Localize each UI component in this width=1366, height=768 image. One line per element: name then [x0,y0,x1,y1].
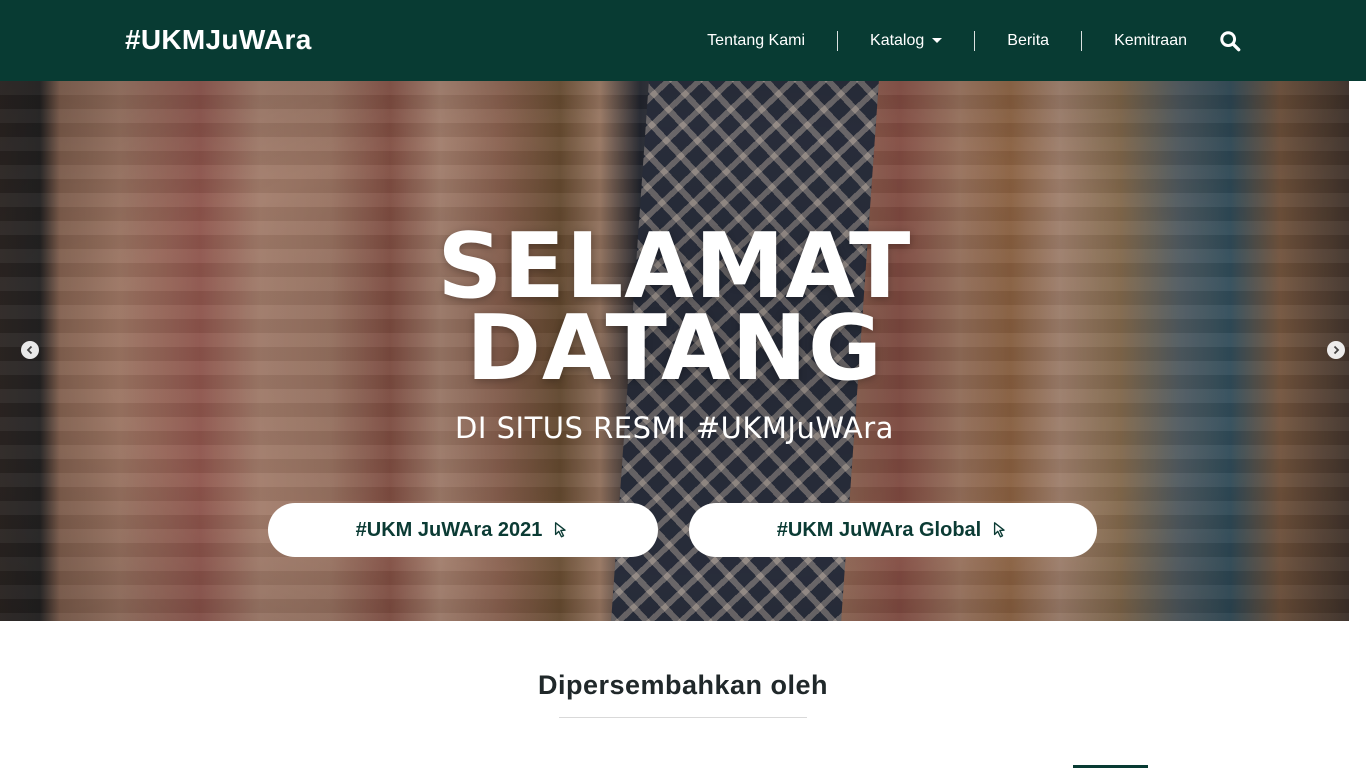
cursor-pointer-icon [555,522,567,538]
nav-item-berita[interactable]: Berita [975,31,1081,51]
nav-item-label: Tentang Kami [707,31,806,49]
chevron-left-icon [26,345,33,355]
ukm-juwara-2021-button[interactable]: #UKM JuWAra 2021 [268,503,658,557]
nav-item-label: Katalog [870,31,925,49]
chevron-right-icon [1333,345,1340,355]
nav-divider [974,30,976,51]
nav-item-label: Berita [1007,31,1050,49]
section-title: Dipersembahkan oleh [537,670,829,700]
nav-item-katalog[interactable]: Katalog [838,31,974,51]
button-label: #UKM JuWAra Global [776,518,982,541]
hero-subtitle: DI SITUS RESMI #UKMJuWAra [455,411,894,445]
nav-item-label: Kemitraan [1114,31,1187,49]
button-label: #UKM JuWAra 2021 [355,518,543,541]
hero-title: SELAMAT DATANG [0,222,1349,401]
carousel-next-button[interactable] [1327,341,1345,359]
main-nav: Tentang Kami Katalog Berita Kemitraan [707,0,1241,81]
nav-divider [837,30,839,51]
brand-logo[interactable]: #UKMJuWAra [125,24,312,56]
nav-item-kemitraan[interactable]: Kemitraan [1082,31,1219,51]
cursor-pointer-icon [994,522,1005,538]
search-icon[interactable] [1219,30,1241,52]
nav-item-tentang-kami[interactable]: Tentang Kami [707,31,837,51]
caret-down-icon [932,38,943,43]
section-divider [559,717,807,718]
ukm-juwara-global-button[interactable]: #UKM JuWAra Global [689,503,1097,557]
carousel-prev-button[interactable] [21,341,39,359]
vertical-scrollbar[interactable] [1349,81,1366,621]
nav-divider [1081,30,1083,51]
hero-carousel: SELAMAT DATANG DI SITUS RESMI #UKMJuWAra… [0,81,1349,621]
top-navbar: #UKMJuWAra Tentang Kami Katalog Berita K… [0,0,1366,81]
hero-title-line: DATANG [466,296,883,401]
